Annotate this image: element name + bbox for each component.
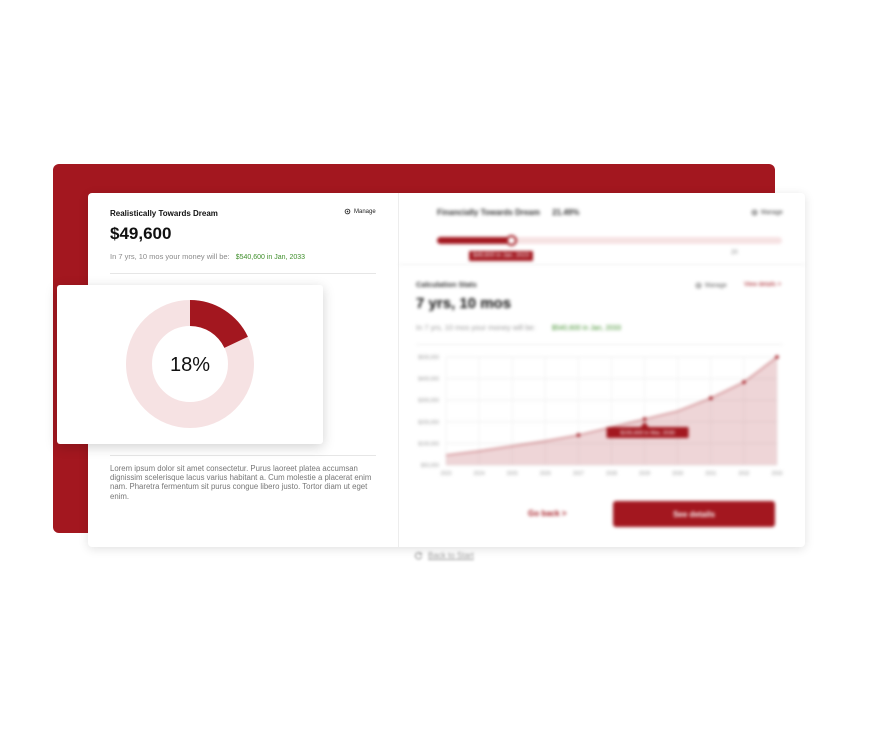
y-tick-label: $200,000 xyxy=(418,420,439,426)
divider xyxy=(110,273,376,274)
stats-manage-button[interactable]: Manage xyxy=(695,282,727,289)
financial-panel: Financially Towards Dream 21.49% Manage … xyxy=(399,193,805,547)
x-tick-label: 2033 xyxy=(771,471,782,477)
growth-chart: $500,000 $400,000 $300,000 $200,000 $100,000… xyxy=(418,355,783,477)
realistic-subtitle-text: In 7 yrs, 10 mos your money will be: xyxy=(110,252,230,261)
donut-slice xyxy=(190,300,248,348)
progress-end-label: 20 xyxy=(731,250,738,256)
divider xyxy=(399,264,805,265)
stats-subtitle: In 7 yrs, 10 mos your money will be: $54… xyxy=(416,323,621,332)
x-tick-label: 2025 xyxy=(507,471,518,477)
x-tick-label: 2024 xyxy=(474,471,485,477)
y-tick-label: $400,000 xyxy=(418,377,439,383)
gear-icon xyxy=(695,282,702,289)
realistic-manage-button[interactable]: Manage xyxy=(344,208,376,215)
back-to-start-link[interactable]: Back to Start xyxy=(414,551,474,560)
progress-fill xyxy=(437,237,512,244)
data-point[interactable] xyxy=(576,433,581,437)
data-point[interactable] xyxy=(642,417,647,421)
stats-title: Calculation Stats xyxy=(416,280,477,289)
tooltip-label: $155,600 in Mar, 2030 xyxy=(620,431,675,437)
x-tick-label: 2028 xyxy=(606,471,617,477)
manage-label: Manage xyxy=(705,282,727,289)
financial-title: Financially Towards Dream 21.49% xyxy=(437,208,579,217)
gear-icon xyxy=(751,209,758,216)
y-tick-label: $50,000 xyxy=(421,463,439,469)
dream-progress-bar xyxy=(437,235,782,246)
donut-center-label: 18% xyxy=(170,354,210,376)
stats-subtitle-text: In 7 yrs, 10 mos your money will be: xyxy=(416,323,536,332)
refresh-icon xyxy=(414,551,423,560)
stats-projection: $540,600 in Jan, 2033 xyxy=(551,325,622,332)
back-to-start-label: Back to Start xyxy=(428,551,474,560)
realistic-amount: $49,600 xyxy=(110,224,172,243)
description-text: Lorem ipsum dolor sit amet consectetur. … xyxy=(110,464,372,501)
x-tick-label: 2030 xyxy=(672,471,683,477)
see-details-button[interactable]: See details xyxy=(613,501,775,527)
x-tick-label: 2023 xyxy=(440,471,451,477)
realistic-projection: $540,600 in Jan, 2033 xyxy=(235,254,306,261)
x-tick-label: 2031 xyxy=(705,471,716,477)
view-details-link[interactable]: View details > xyxy=(744,282,781,288)
data-point[interactable] xyxy=(709,396,713,400)
x-tick-label: 2032 xyxy=(738,471,749,477)
financial-manage-button[interactable]: Manage xyxy=(751,209,783,216)
data-point[interactable] xyxy=(742,380,746,384)
x-tick-label: 2027 xyxy=(573,471,584,477)
x-tick-label: 2026 xyxy=(540,471,551,477)
progress-handle[interactable] xyxy=(506,235,518,246)
y-tick-label: $100,000 xyxy=(418,441,439,447)
realistic-title: Realistically Towards Dream xyxy=(110,209,218,218)
stats-duration: 7 yrs, 10 mos xyxy=(416,295,512,312)
manage-label: Manage xyxy=(354,208,376,215)
x-tick-label: 2029 xyxy=(639,471,650,477)
realistic-subtitle: In 7 yrs, 10 mos your money will be: $54… xyxy=(110,252,305,261)
financial-percent: 21.49% xyxy=(552,208,580,217)
go-back-link[interactable]: Go back > xyxy=(528,509,566,518)
donut-chart: 18% xyxy=(126,300,254,428)
progress-tooltip: $49,600 in Jan, 2023 xyxy=(469,251,534,261)
financial-title-text: Financially Towards Dream xyxy=(437,208,540,217)
gear-icon xyxy=(344,208,351,215)
manage-label: Manage xyxy=(761,209,783,216)
donut-card: 18% xyxy=(57,285,323,444)
y-tick-label: $500,000 xyxy=(418,355,439,361)
y-tick-label: $300,000 xyxy=(418,398,439,404)
data-point[interactable] xyxy=(775,355,779,359)
divider xyxy=(110,455,376,456)
